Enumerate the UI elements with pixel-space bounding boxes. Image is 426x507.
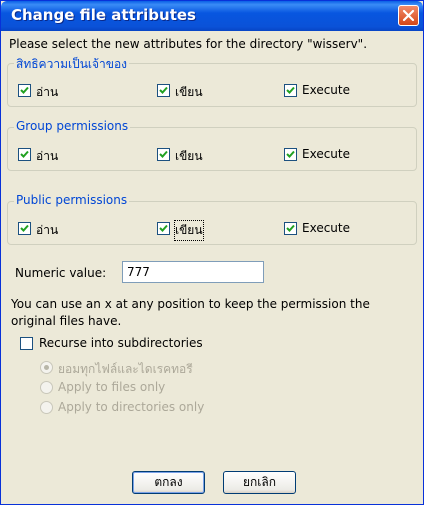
title-bar[interactable]: Change file attributes <box>1 1 423 31</box>
check-icon <box>20 150 29 158</box>
check-icon <box>20 86 29 94</box>
group-permissions-group: Group permissions อ่าน เขียน Execute <box>7 119 417 171</box>
public-permissions-group: Public permissions อ่าน เขียน Execute <box>7 193 417 245</box>
radio-all-label: ยอมทุกไฟล์และไดเรคทอรี <box>58 362 193 376</box>
group-read-checkbox[interactable] <box>18 148 31 161</box>
check-icon <box>159 86 168 94</box>
recurse-checkbox[interactable] <box>20 337 33 350</box>
owner-write-checkbox[interactable] <box>157 84 170 97</box>
group-write-label: เขียน <box>175 149 203 163</box>
check-icon <box>159 150 168 158</box>
group-read-label: อ่าน <box>36 149 59 163</box>
public-read-label: อ่าน <box>36 223 59 237</box>
group-title-group: Group permissions <box>14 119 131 133</box>
radio-all[interactable] <box>40 361 53 374</box>
close-button[interactable] <box>398 5 419 26</box>
group-title-public: Public permissions <box>14 193 130 207</box>
numeric-value-input[interactable] <box>122 261 264 283</box>
radio-directories-only-label: Apply to directories only <box>58 400 205 414</box>
recurse-label: Recurse into subdirectories <box>39 336 203 350</box>
hint-text-line1: You can use an x at any position to keep… <box>11 297 370 311</box>
group-title-owner: สิทธิความเป็นเจ้าของ <box>14 55 130 74</box>
dialog-body: Please select the new attributes for the… <box>1 31 423 504</box>
check-icon <box>286 150 295 158</box>
check-icon <box>286 224 295 232</box>
public-write-label: เขียน <box>174 220 204 241</box>
check-icon <box>159 224 168 232</box>
prompt-text: Please select the new attributes for the… <box>9 37 368 51</box>
owner-permissions-group: สิทธิความเป็นเจ้าของ อ่าน เขียน Execute <box>7 55 417 107</box>
owner-write-label: เขียน <box>175 85 203 99</box>
radio-files-only-label: Apply to files only <box>58 380 166 394</box>
numeric-value-label: Numeric value: <box>15 266 107 280</box>
radio-directories-only[interactable] <box>40 401 53 414</box>
owner-read-label: อ่าน <box>36 85 59 99</box>
check-icon <box>286 86 295 94</box>
cancel-button[interactable]: ยกเลิก <box>223 471 296 494</box>
group-execute-label: Execute <box>302 147 350 161</box>
check-icon <box>20 224 29 232</box>
public-execute-label: Execute <box>302 221 350 235</box>
group-execute-checkbox[interactable] <box>284 148 297 161</box>
owner-execute-label: Execute <box>302 83 350 97</box>
group-write-checkbox[interactable] <box>157 148 170 161</box>
radio-files-only[interactable] <box>40 381 53 394</box>
dialog-title: Change file attributes <box>11 6 196 24</box>
dialog-window: Change file attributes Please select the… <box>0 0 424 505</box>
public-write-checkbox[interactable] <box>157 222 170 235</box>
close-icon <box>402 9 415 22</box>
owner-execute-checkbox[interactable] <box>284 84 297 97</box>
owner-read-checkbox[interactable] <box>18 84 31 97</box>
public-execute-checkbox[interactable] <box>284 222 297 235</box>
radio-selected-dot <box>44 365 49 370</box>
ok-button[interactable]: ตกลง <box>132 471 205 494</box>
public-read-checkbox[interactable] <box>18 222 31 235</box>
hint-text-line2: original files have. <box>11 314 122 328</box>
